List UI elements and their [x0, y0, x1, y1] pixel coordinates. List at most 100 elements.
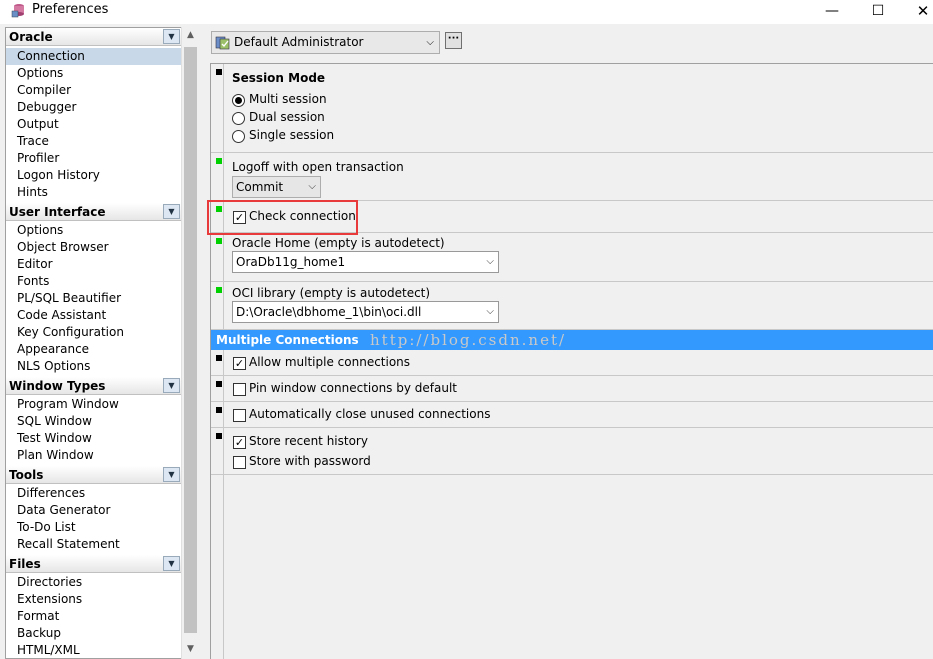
nav-item-directories[interactable]: Directories	[17, 574, 82, 591]
allow-multiple-label[interactable]: Allow multiple connections	[249, 355, 410, 369]
nav-group-files[interactable]: Files ▼	[6, 555, 182, 573]
profile-value: Default Administrator	[234, 35, 364, 49]
scroll-down-icon[interactable]: ▼	[182, 641, 199, 658]
single-session-radio[interactable]	[232, 130, 245, 143]
nav-item-compiler[interactable]: Compiler	[17, 82, 71, 99]
maximize-icon: ☐	[871, 3, 885, 19]
allow-multiple-checkbox[interactable]: ✓	[233, 357, 246, 370]
nav-item-trace[interactable]: Trace	[17, 133, 49, 150]
connection-settings-panel: Session Mode Multi session Dual session …	[210, 63, 933, 659]
session-mode-title: Session Mode	[232, 71, 326, 85]
nav-item-connection[interactable]: Connection	[6, 48, 182, 65]
nav-item-hints[interactable]: Hints	[17, 184, 48, 201]
multiple-connections-header: Multiple Connections	[211, 330, 933, 350]
multi-session-radio[interactable]	[232, 94, 245, 107]
logoff-value: Commit	[236, 180, 284, 194]
maximize-button[interactable]: ☐	[855, 0, 901, 22]
chevron-down-icon: ⌵	[308, 181, 316, 192]
nav-item-extensions[interactable]: Extensions	[17, 591, 82, 608]
plsql-developer-app-icon	[11, 4, 24, 18]
nav-item-html-xml[interactable]: HTML/XML	[17, 642, 80, 658]
logoff-dropdown[interactable]: Commit ⌵	[232, 176, 321, 198]
nav-item-nls-options[interactable]: NLS Options	[17, 358, 90, 375]
oracle-home-dropdown[interactable]: OraDb11g_home1 ⌵	[232, 251, 499, 273]
nav-group-window-types[interactable]: Window Types ▼	[6, 377, 182, 395]
section-marker	[216, 407, 222, 413]
nav-item-todo-list[interactable]: To-Do List	[17, 519, 76, 536]
close-icon: ✕	[916, 2, 930, 20]
store-password-checkbox[interactable]	[233, 456, 246, 469]
nav-item-fonts[interactable]: Fonts	[17, 273, 49, 290]
multi-session-label[interactable]: Multi session	[249, 92, 327, 106]
nav-group-header-label: Tools	[9, 468, 44, 482]
nav-item-program-window[interactable]: Program Window	[17, 396, 119, 413]
store-password-label[interactable]: Store with password	[249, 454, 371, 468]
dual-session-label[interactable]: Dual session	[249, 110, 325, 124]
nav-group-header-label: Window Types	[9, 379, 106, 393]
nav-item-appearance[interactable]: Appearance	[17, 341, 89, 358]
nav-item-output[interactable]: Output	[17, 116, 59, 133]
single-session-label[interactable]: Single session	[249, 128, 334, 142]
nav-item-key-configuration[interactable]: Key Configuration	[17, 324, 124, 341]
nav-item-options[interactable]: Options	[17, 65, 63, 82]
preferences-nav-panel: Oracle ▼ Connection Options Compiler Deb…	[5, 27, 198, 659]
logoff-label: Logoff with open transaction	[232, 160, 404, 174]
nav-item-object-browser[interactable]: Object Browser	[17, 239, 109, 256]
nav-item-logon-history[interactable]: Logon History	[17, 167, 100, 184]
scroll-up-icon[interactable]: ▲	[182, 27, 199, 44]
oci-library-dropdown[interactable]: D:\Oracle\dbhome_1\bin\oci.dll ⌵	[232, 301, 499, 323]
minimize-button[interactable]: —	[809, 0, 855, 22]
nav-item-plsql-beautifier[interactable]: PL/SQL Beautifier	[17, 290, 121, 307]
nav-item-ui-options[interactable]: Options	[17, 222, 63, 239]
dual-session-radio[interactable]	[232, 112, 245, 125]
nav-scrollbar[interactable]: ▲ ▼	[181, 27, 198, 659]
nav-item-data-generator[interactable]: Data Generator	[17, 502, 110, 519]
section-marker	[216, 381, 222, 387]
auto-close-label[interactable]: Automatically close unused connections	[249, 407, 490, 421]
scrollbar-thumb[interactable]	[184, 47, 197, 633]
section-marker	[216, 158, 222, 164]
pin-window-label[interactable]: Pin window connections by default	[249, 381, 457, 395]
section-marker	[216, 433, 222, 439]
nav-group-tools[interactable]: Tools ▼	[6, 466, 182, 484]
title-bar: Preferences — ☐ ✕	[0, 0, 933, 24]
nav-group-header-label: Files	[9, 557, 41, 571]
auto-close-checkbox[interactable]	[233, 409, 246, 422]
oci-library-label: OCI library (empty is autodetect)	[232, 286, 431, 300]
nav-group-user-interface[interactable]: User Interface ▼	[6, 203, 182, 221]
nav-item-editor[interactable]: Editor	[17, 256, 53, 273]
nav-item-backup[interactable]: Backup	[17, 625, 61, 642]
nav-group-oracle[interactable]: Oracle ▼	[6, 28, 182, 46]
check-connection-highlight-box	[207, 200, 358, 235]
nav-item-differences[interactable]: Differences	[17, 485, 85, 502]
allow-multiple-section: ✓ Allow multiple connections	[211, 350, 933, 376]
nav-item-plan-window[interactable]: Plan Window	[17, 447, 94, 464]
session-mode-section: Session Mode Multi session Dual session …	[211, 64, 933, 153]
profile-dropdown[interactable]: Default Administrator ⌵	[211, 31, 440, 54]
nav-item-format[interactable]: Format	[17, 608, 59, 625]
store-history-label[interactable]: Store recent history	[249, 434, 368, 448]
blog-watermark: http://blog.csdn.net/	[370, 331, 567, 349]
collapse-dropdown-icon[interactable]: ▼	[163, 378, 180, 393]
auto-close-section: Automatically close unused connections	[211, 402, 933, 428]
oracle-home-section: Oracle Home (empty is autodetect) OraDb1…	[211, 233, 933, 282]
collapse-dropdown-icon[interactable]: ▼	[163, 29, 180, 44]
nav-item-debugger[interactable]: Debugger	[17, 99, 76, 116]
close-button[interactable]: ✕	[900, 0, 933, 22]
nav-item-recall-statement[interactable]: Recall Statement	[17, 536, 120, 553]
chevron-down-icon: ⌵	[426, 37, 434, 48]
store-history-checkbox[interactable]: ✓	[233, 436, 246, 449]
oracle-home-label: Oracle Home (empty is autodetect)	[232, 236, 445, 250]
collapse-dropdown-icon[interactable]: ▼	[163, 204, 180, 219]
collapse-dropdown-icon[interactable]: ▼	[163, 467, 180, 482]
chevron-down-icon: ⌵	[486, 256, 494, 267]
nav-item-profiler[interactable]: Profiler	[17, 150, 59, 167]
panel-divider	[223, 475, 224, 659]
profile-more-button[interactable]: ···	[445, 32, 462, 49]
nav-item-test-window[interactable]: Test Window	[17, 430, 92, 447]
collapse-dropdown-icon[interactable]: ▼	[163, 556, 180, 571]
minimize-icon: —	[825, 3, 839, 19]
pin-window-checkbox[interactable]	[233, 383, 246, 396]
nav-item-code-assistant[interactable]: Code Assistant	[17, 307, 106, 324]
nav-item-sql-window[interactable]: SQL Window	[17, 413, 92, 430]
